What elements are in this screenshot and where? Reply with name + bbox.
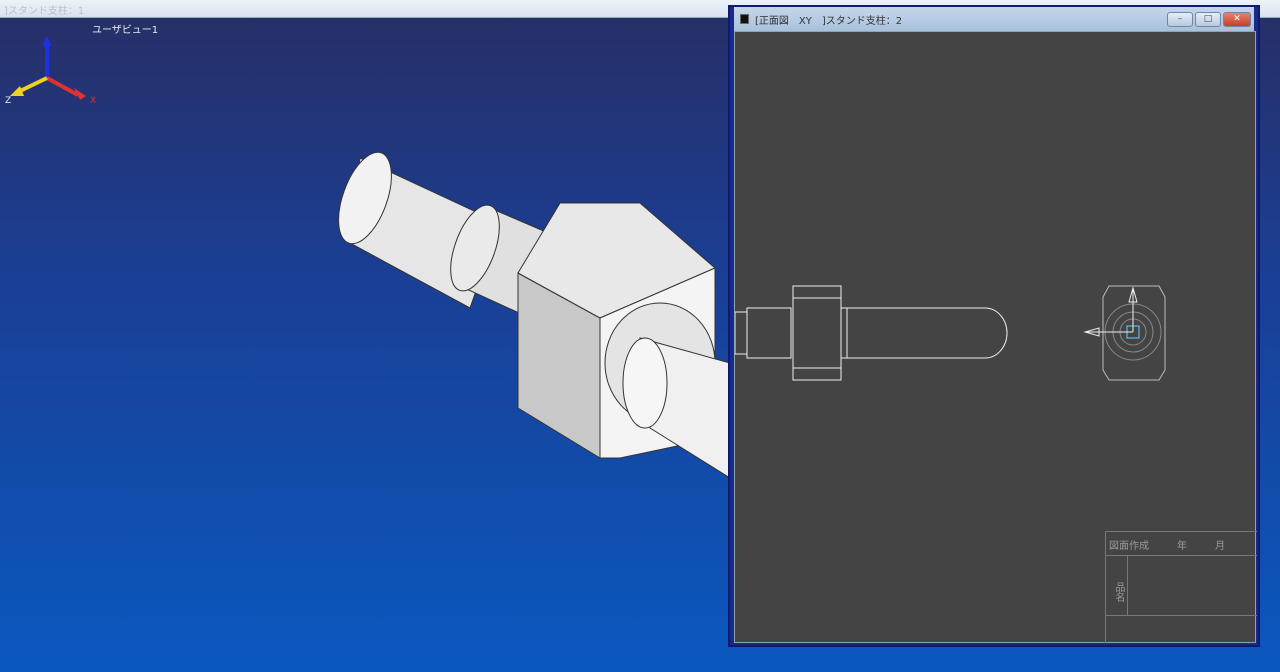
- minimize-button[interactable]: –: [1167, 11, 1193, 27]
- window-title-bar[interactable]: [正面図 XY ]スタンド支柱：2 – □ ✕: [734, 7, 1254, 31]
- close-button[interactable]: ✕: [1223, 11, 1251, 27]
- maximize-button[interactable]: □: [1195, 11, 1221, 27]
- app-title: ]スタンド支柱：1: [4, 6, 85, 17]
- title-block: 図面作成 年 月 品名: [1105, 531, 1257, 643]
- front-view-window[interactable]: [正面図 XY ]スタンド支柱：2 – □ ✕ 図面作成 年 月 品名: [728, 5, 1260, 647]
- drawing-canvas[interactable]: 図面作成 年 月 品名: [734, 31, 1257, 643]
- month-label: 月: [1215, 541, 1225, 552]
- window-icon: [740, 14, 749, 24]
- year-label: 年: [1177, 541, 1187, 552]
- drawing-created-label: 図面作成: [1109, 541, 1149, 552]
- part-name-label: 品名: [1106, 556, 1128, 615]
- window-title: [正面図 XY ]スタンド支柱：2: [755, 15, 903, 27]
- 3d-part-model[interactable]: [0, 18, 730, 672]
